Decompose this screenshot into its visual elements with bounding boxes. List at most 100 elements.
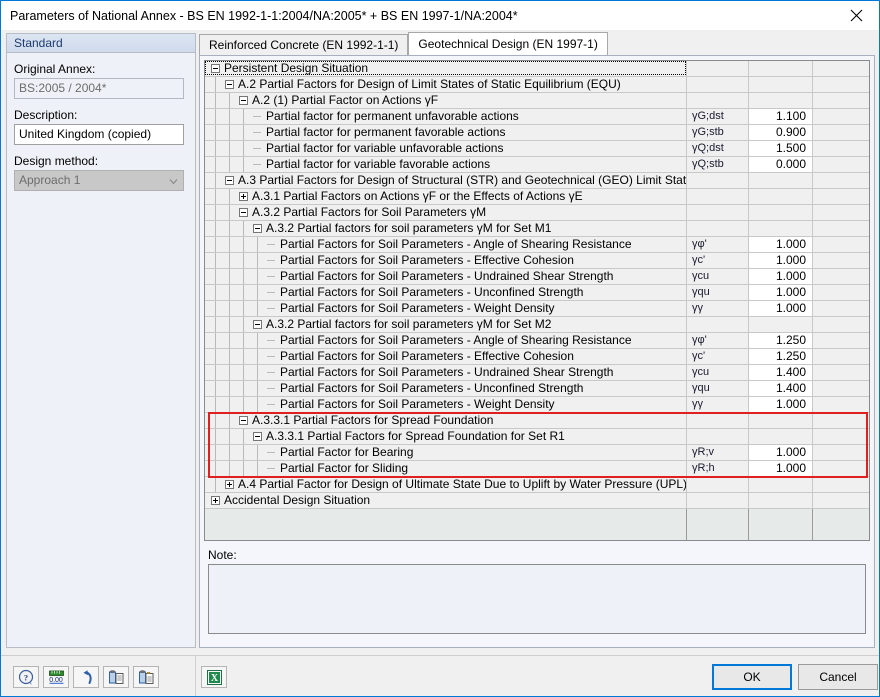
dialog-body: Standard Original Annex: BS:2005 / 2004*…	[1, 30, 879, 655]
tree-row[interactable]: A.3.2 Partial factors for soil parameter…	[205, 317, 869, 333]
tree-row-text: Partial Factors for Soil Parameters - An…	[280, 333, 632, 347]
tree-row-value-cell[interactable]: 1.500	[749, 141, 813, 156]
tree-row[interactable]: Partial Factors for Soil Parameters - An…	[205, 237, 869, 253]
tree-indent-guide	[229, 349, 230, 364]
tree-row[interactable]: A.3.3.1 Partial Factors for Spread Found…	[205, 413, 869, 429]
tree-indent-guide	[215, 77, 216, 92]
cancel-button[interactable]: Cancel	[798, 664, 878, 690]
tree-rows-container: Persistent Design Situation A.2 Partial F…	[205, 61, 869, 509]
copy-icon[interactable]	[103, 666, 129, 688]
tab-geotechnical-design[interactable]: Geotechnical Design (EN 1997-1)	[408, 32, 608, 55]
tree-row-text: A.3.1 Partial Factors on Actions γF or t…	[252, 189, 583, 203]
tree-row-label-cell: Partial Factors for Soil Parameters - Un…	[205, 285, 687, 300]
tree-row[interactable]: A.4 Partial Factor for Design of Ultimat…	[205, 477, 869, 493]
tree-row[interactable]: Partial Factor for Bearing γR;v 1.000	[205, 445, 869, 461]
description-input[interactable]: United Kingdom (copied)	[14, 124, 184, 145]
collapse-icon[interactable]	[253, 320, 262, 329]
tree-row-value-cell[interactable]: 0.000	[749, 157, 813, 172]
note-textarea[interactable]	[208, 564, 866, 634]
tree-row-text: A.4 Partial Factor for Design of Ultimat…	[238, 477, 687, 491]
tree-row[interactable]: Accidental Design Situation	[205, 493, 869, 509]
expand-icon[interactable]	[225, 480, 234, 489]
tree-row[interactable]: Partial factor for permanent unfavorable…	[205, 109, 869, 125]
tree-row-symbol-cell: γγ	[687, 397, 749, 412]
ok-button[interactable]: OK	[712, 664, 792, 690]
collapse-icon[interactable]	[211, 64, 220, 73]
units-icon[interactable]: 0.00	[43, 666, 69, 688]
tree-row[interactable]: A.3.2 Partial factors for soil parameter…	[205, 221, 869, 237]
tree-row[interactable]: Partial factor for variable favorable ac…	[205, 157, 869, 173]
tree-indent-guide	[229, 269, 230, 284]
collapse-icon[interactable]	[239, 96, 248, 105]
tree-indent-guide	[257, 365, 258, 380]
tree-row[interactable]: A.2 Partial Factors for Design of Limit …	[205, 77, 869, 93]
tree-row[interactable]: A.3.1 Partial Factors on Actions γF or t…	[205, 189, 869, 205]
tree-row-value-cell	[749, 77, 813, 92]
tree-row[interactable]: Persistent Design Situation	[205, 61, 869, 77]
tree-row-value-cell[interactable]: 1.250	[749, 333, 813, 348]
tree-indent-guide	[215, 413, 216, 428]
tree-row[interactable]: Partial Factors for Soil Parameters - Un…	[205, 269, 869, 285]
collapse-icon[interactable]	[239, 208, 248, 217]
tree-row[interactable]: Partial Factors for Soil Parameters - Ef…	[205, 253, 869, 269]
tree-row-value-cell[interactable]: 1.000	[749, 237, 813, 252]
tree-row[interactable]: Partial Factors for Soil Parameters - We…	[205, 397, 869, 413]
tab-reinforced-concrete[interactable]: Reinforced Concrete (EN 1992-1-1)	[199, 34, 409, 55]
tree-row[interactable]: Partial Factors for Soil Parameters - We…	[205, 301, 869, 317]
tree-row[interactable]: A.2 (1) Partial Factor on Actions γF	[205, 93, 869, 109]
tree-row-symbol-cell	[687, 93, 749, 108]
design-method-label: Design method:	[14, 154, 99, 168]
undo-icon[interactable]	[73, 666, 99, 688]
tree-row-value-cell[interactable]: 1.000	[749, 445, 813, 460]
excel-icon[interactable]: X	[201, 666, 227, 688]
tree-row-value-cell	[749, 493, 813, 508]
parameters-tree-table[interactable]: Persistent Design Situation A.2 Partial F…	[204, 60, 870, 541]
tree-row[interactable]: Partial Factors for Soil Parameters - Un…	[205, 365, 869, 381]
help-icon[interactable]: ?	[13, 666, 39, 688]
design-method-select[interactable]: Approach 1	[14, 170, 184, 191]
tree-row[interactable]: Partial factor for variable unfavorable …	[205, 141, 869, 157]
tree-row-tail-cell	[813, 157, 869, 172]
expand-icon[interactable]	[239, 192, 248, 201]
tree-row-tail-cell	[813, 237, 869, 252]
tree-row-text: A.3.2 Partial factors for soil parameter…	[266, 317, 552, 331]
tree-row-value-cell[interactable]: 1.000	[749, 269, 813, 284]
tree-row[interactable]: A.3.2 Partial Factors for Soil Parameter…	[205, 205, 869, 221]
tree-indent-guide	[257, 333, 258, 348]
close-icon[interactable]	[833, 1, 879, 30]
tree-row[interactable]: Partial Factors for Soil Parameters - An…	[205, 333, 869, 349]
tree-row[interactable]: A.3.3.1 Partial Factors for Spread Found…	[205, 429, 869, 445]
tree-row[interactable]: Partial Factors for Soil Parameters - Un…	[205, 285, 869, 301]
collapse-icon[interactable]	[253, 432, 262, 441]
collapse-icon[interactable]	[225, 80, 234, 89]
tree-row-tail-cell	[813, 253, 869, 268]
tree-row-value-cell[interactable]: 1.000	[749, 301, 813, 316]
footer-separator	[195, 656, 196, 696]
tree-row-value-cell[interactable]: 1.000	[749, 253, 813, 268]
tree-indent-guide	[243, 285, 244, 300]
collapse-icon[interactable]	[225, 176, 234, 185]
tree-row-value-cell[interactable]: 1.100	[749, 109, 813, 124]
tree-indent-guide	[215, 429, 216, 444]
tree-row[interactable]: A.3 Partial Factors for Design of Struct…	[205, 173, 869, 189]
collapse-icon[interactable]	[253, 224, 262, 233]
tree-row-text: Partial factor for permanent unfavorable…	[266, 109, 519, 123]
collapse-icon[interactable]	[239, 416, 248, 425]
tree-row-value-cell	[749, 205, 813, 220]
tree-row-value-cell[interactable]: 0.900	[749, 125, 813, 140]
tree-row-tail-cell	[813, 397, 869, 412]
tree-row[interactable]: Partial Factor for Sliding γR;h 1.000	[205, 461, 869, 477]
tree-row-value-cell[interactable]: 1.400	[749, 381, 813, 396]
tree-row[interactable]: Partial Factors for Soil Parameters - Ef…	[205, 349, 869, 365]
tree-row-value-cell[interactable]: 1.000	[749, 285, 813, 300]
tree-row-value-cell[interactable]: 1.250	[749, 349, 813, 364]
tree-indent-guide	[229, 221, 230, 236]
tree-row-text: Partial Factors for Soil Parameters - We…	[280, 397, 555, 411]
tree-row[interactable]: Partial factor for permanent favorable a…	[205, 125, 869, 141]
tree-row-value-cell[interactable]: 1.400	[749, 365, 813, 380]
expand-icon[interactable]	[211, 496, 220, 505]
tree-row-value-cell[interactable]: 1.000	[749, 461, 813, 476]
tree-row[interactable]: Partial Factors for Soil Parameters - Un…	[205, 381, 869, 397]
tree-row-value-cell[interactable]: 1.000	[749, 397, 813, 412]
paste-icon[interactable]	[133, 666, 159, 688]
